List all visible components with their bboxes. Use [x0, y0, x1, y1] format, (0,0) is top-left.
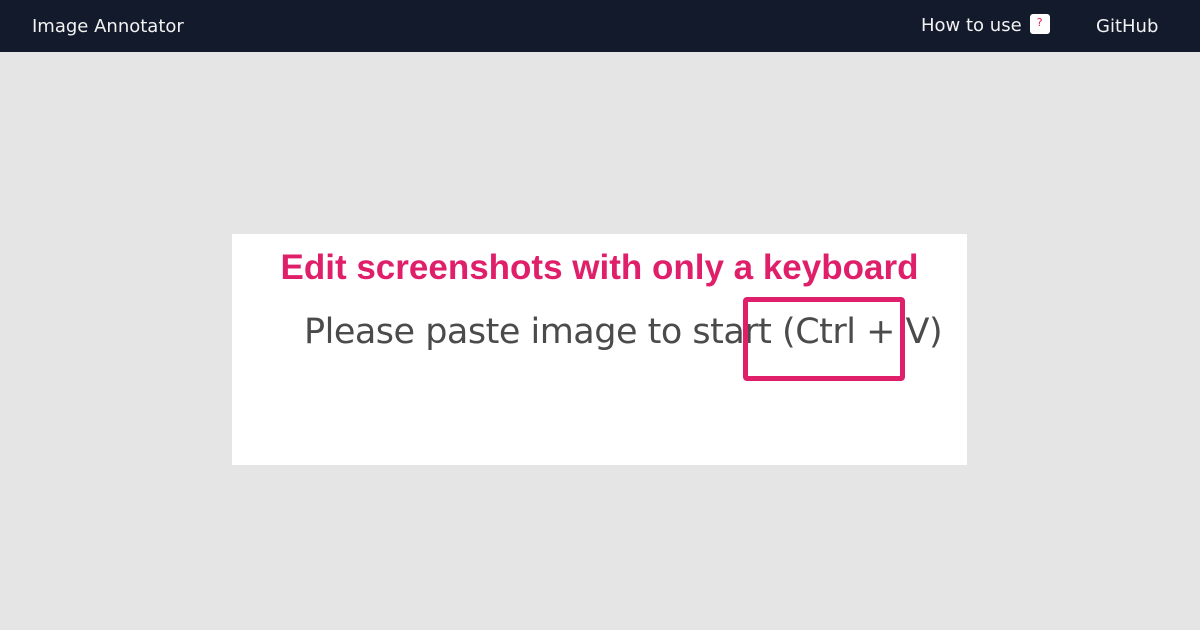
app-title-link[interactable]: Image Annotator — [32, 0, 184, 52]
shortcut-highlight-box — [743, 297, 905, 381]
how-to-use-label: How to use — [921, 15, 1022, 36]
paste-instruction-text: Please paste image to start — [304, 312, 772, 352]
top-navbar: Image Annotator How to use ? GitHub — [0, 0, 1200, 52]
paste-drop-area[interactable]: Edit screenshots with only a keyboard Pl… — [232, 234, 967, 465]
github-link[interactable]: GitHub — [1096, 0, 1158, 52]
how-to-use-link[interactable]: How to use ? — [921, 0, 1050, 52]
headline: Edit screenshots with only a keyboard — [280, 248, 919, 287]
question-mark-icon: ? — [1029, 14, 1050, 34]
